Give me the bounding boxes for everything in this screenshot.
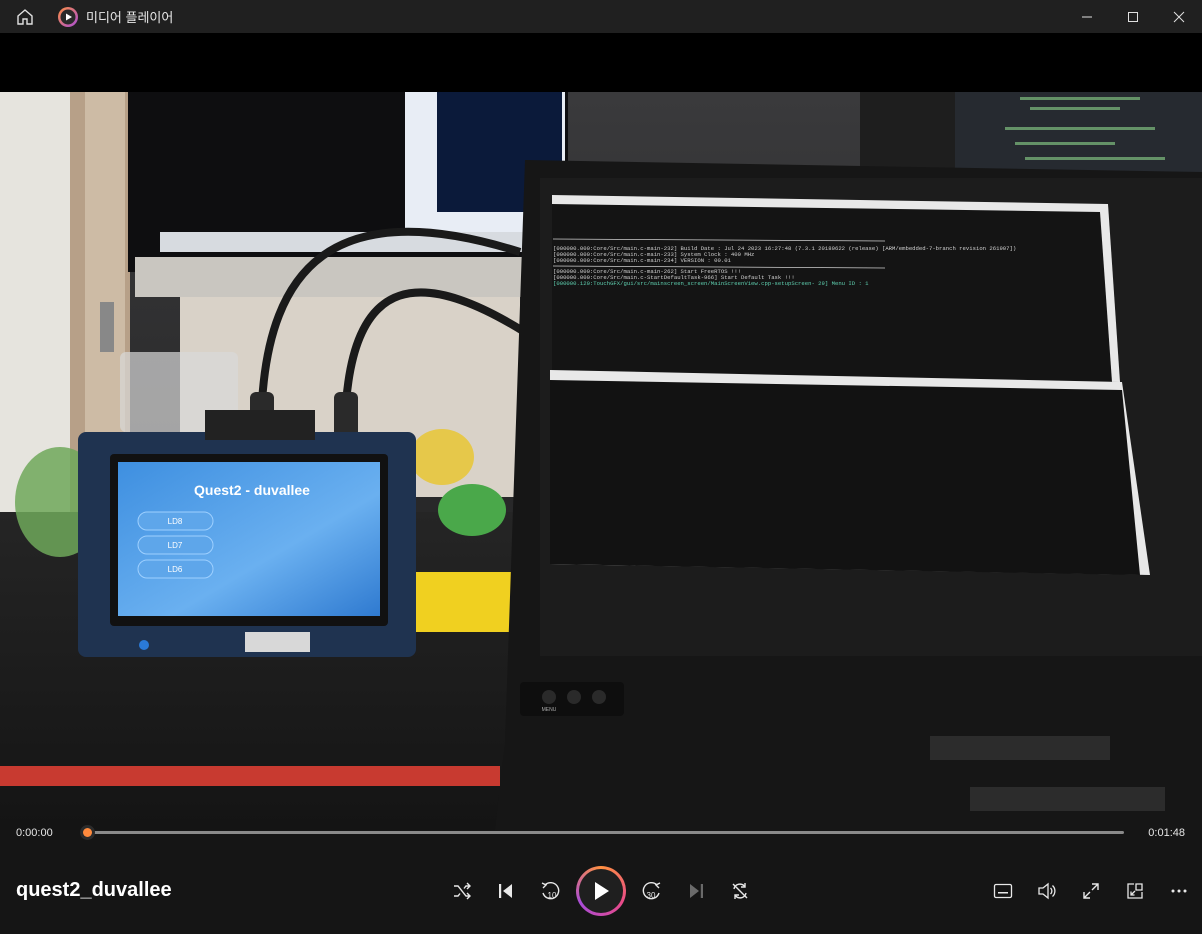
fullscreen-icon	[1083, 883, 1099, 899]
shuffle-button[interactable]	[444, 873, 480, 909]
media-player-icon	[57, 6, 79, 28]
previous-button[interactable]	[488, 873, 524, 909]
maximize-button[interactable]	[1110, 0, 1156, 33]
svg-text:30: 30	[647, 891, 656, 900]
minimize-button[interactable]	[1064, 0, 1110, 33]
device-screen-title: Quest2 - duvallee	[194, 482, 310, 498]
play-icon	[595, 882, 609, 900]
seek-thumb[interactable]	[80, 825, 95, 840]
more-button[interactable]	[1161, 873, 1197, 909]
shuffle-icon	[454, 882, 471, 900]
repeat-icon	[732, 883, 748, 899]
home-icon[interactable]	[15, 7, 35, 27]
media-title: quest2_duvallee	[16, 879, 172, 901]
device-button-ld7: LD7	[168, 541, 183, 550]
fullscreen-button[interactable]	[1073, 873, 1109, 909]
skip-back-button[interactable]: 10	[532, 873, 568, 909]
terminal-line-3: [000000.000:Core/Src/main.c-main-234] VE…	[553, 257, 732, 264]
play-button[interactable]	[576, 866, 626, 916]
volume-icon	[1038, 882, 1056, 900]
miniplayer-icon	[1127, 883, 1143, 899]
volume-button[interactable]	[1029, 873, 1065, 909]
skip-forward-button[interactable]: 30	[634, 873, 670, 909]
maximize-icon	[1128, 11, 1138, 22]
letterbox-top	[0, 33, 1202, 92]
device-button-ld8: LD8	[168, 517, 183, 526]
previous-icon	[499, 884, 512, 898]
skip-back-10-icon: 10	[541, 881, 560, 900]
title-bar: 미디어 플레이어	[0, 0, 1202, 33]
subtitles-button[interactable]	[985, 873, 1021, 909]
next-button[interactable]	[678, 873, 714, 909]
svg-text:10: 10	[548, 891, 557, 900]
total-duration: 0:01:48	[1148, 827, 1185, 839]
repeat-button[interactable]	[722, 873, 758, 909]
elapsed-time: 0:00:00	[16, 827, 53, 839]
window-title: 미디어 플레이어	[86, 10, 174, 25]
device-button-ld6: LD6	[168, 565, 183, 574]
miniplayer-button[interactable]	[1117, 873, 1153, 909]
terminal-line-6: [000000.120:TouchGFX/gui/src/mainscreen_…	[553, 280, 869, 287]
skip-forward-30-icon: 30	[642, 881, 661, 900]
close-button[interactable]	[1156, 0, 1202, 33]
video-frame[interactable]: Quest2 - duvallee LD8 LD7 LD6 [000000.00…	[0, 92, 1202, 830]
minimize-icon	[1082, 16, 1092, 17]
next-icon	[690, 884, 703, 898]
more-icon	[1171, 889, 1187, 893]
seek-bar[interactable]	[88, 831, 1124, 834]
close-icon	[1173, 11, 1185, 22]
monitor-menu-label: MENU	[542, 707, 557, 713]
subtitles-icon	[993, 883, 1013, 899]
